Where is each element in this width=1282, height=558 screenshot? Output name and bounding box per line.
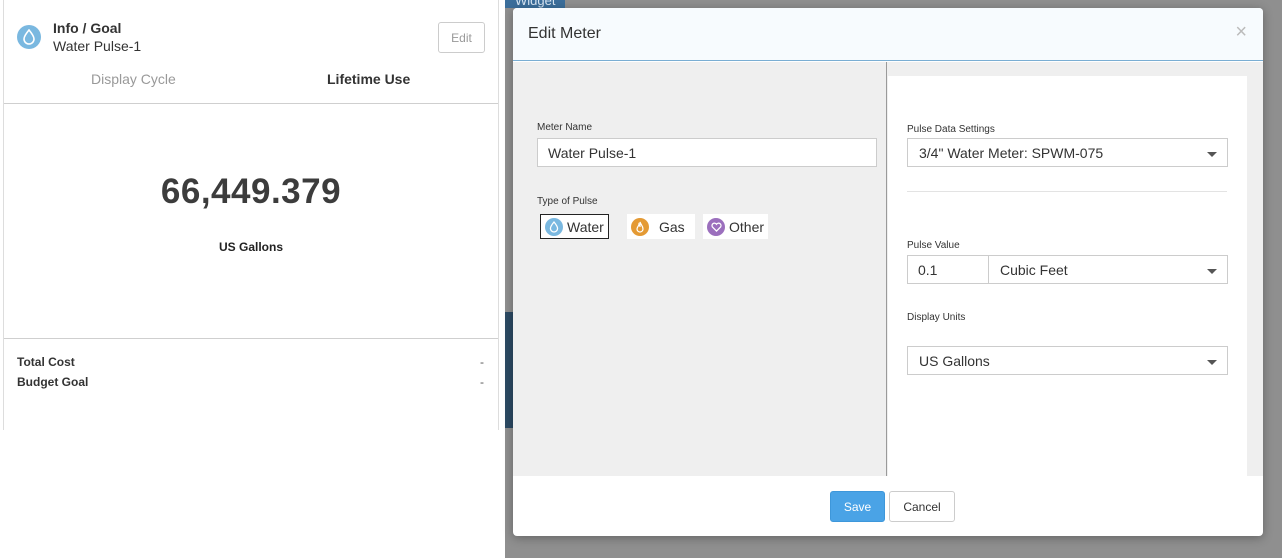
card-header: Info / Goal Water Pulse-1 Edit Display C… [4, 0, 498, 104]
meter-settings-pane: Meter Name Water Pulse-1 Type of Pulse W… [513, 62, 887, 476]
pulse-data-settings-select[interactable]: 3/4" Water Meter: SPWM-075 [907, 138, 1228, 167]
budget-goal-value: - [480, 375, 484, 389]
close-icon[interactable]: × [1235, 22, 1247, 42]
flame-icon [631, 217, 649, 236]
pulse-value-unit-select[interactable]: Cubic Feet [988, 255, 1228, 284]
edit-meter-modal: Edit Meter × Meter Name Water Pulse-1 Ty… [513, 8, 1263, 536]
tab-display-cycle[interactable]: Display Cycle [91, 71, 176, 87]
water-drop-icon [17, 25, 41, 49]
value-units: US Gallons [218, 240, 283, 254]
pulse-data-settings-value: 3/4" Water Meter: SPWM-075 [919, 144, 1104, 161]
water-drop-icon [545, 217, 563, 236]
pulse-type-label: Other [729, 218, 765, 235]
info-goal-card: Info / Goal Water Pulse-1 Edit Display C… [3, 0, 499, 430]
type-of-pulse-label: Type of Pulse [537, 196, 598, 207]
budget-goal-row: Budget Goal - [17, 375, 484, 389]
lifetime-value: 66,449.379 [160, 172, 342, 211]
save-button[interactable]: Save [830, 491, 885, 522]
modal-footer: Save Cancel [513, 476, 1263, 536]
pulse-value-label: Pulse Value [907, 240, 960, 251]
pulse-data-settings-label: Pulse Data Settings [907, 124, 995, 135]
pulse-type-gas[interactable]: Gas [627, 214, 695, 239]
edit-button[interactable]: Edit [438, 22, 485, 53]
total-cost-label: Total Cost [17, 355, 75, 369]
background-widget-text: Widget [515, 0, 556, 8]
total-cost-row: Total Cost - [17, 355, 484, 369]
tab-lifetime-use[interactable]: Lifetime Use [327, 71, 410, 87]
cancel-button[interactable]: Cancel [889, 491, 955, 522]
pulse-type-label: Water [567, 218, 604, 235]
modal-header: Edit Meter × [513, 8, 1263, 61]
chevron-down-icon [1207, 152, 1217, 157]
display-units-value: US Gallons [919, 352, 990, 369]
heart-icon [707, 217, 725, 236]
meter-name-input[interactable]: Water Pulse-1 [537, 138, 877, 167]
modal-body: Meter Name Water Pulse-1 Type of Pulse W… [513, 62, 1263, 476]
modal-title: Edit Meter [528, 25, 601, 42]
card-subtitle: Water Pulse-1 [53, 38, 142, 54]
pulse-type-other[interactable]: Other [703, 214, 769, 239]
pulse-type-label: Gas [659, 218, 685, 235]
section-divider [907, 191, 1227, 192]
chevron-down-icon [1207, 360, 1217, 365]
pulse-value-unit-value: Cubic Feet [1000, 261, 1068, 278]
total-cost-value: - [480, 355, 484, 369]
budget-goal-label: Budget Goal [17, 375, 89, 389]
meter-name-label: Meter Name [537, 122, 593, 133]
display-units-select[interactable]: US Gallons [907, 346, 1228, 375]
pulse-settings-pane: Pulse Data Settings 3/4" Water Meter: SP… [888, 76, 1247, 476]
pulse-type-water[interactable]: Water [540, 214, 609, 239]
pulse-value-input[interactable]: 0.1 [907, 255, 989, 284]
chevron-down-icon [1207, 269, 1217, 274]
card-title: Info / Goal [53, 20, 122, 36]
display-units-label: Display Units [907, 312, 966, 323]
card-footer: Total Cost - Budget Goal - [4, 338, 498, 430]
